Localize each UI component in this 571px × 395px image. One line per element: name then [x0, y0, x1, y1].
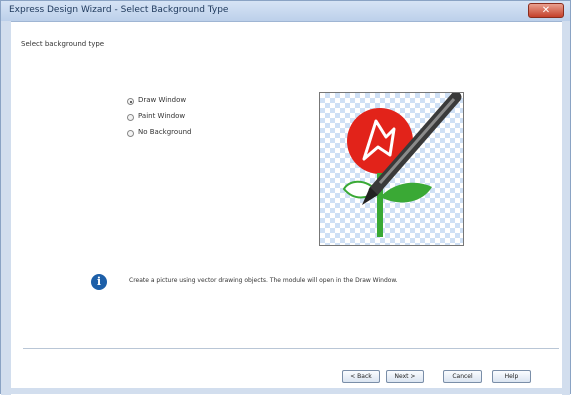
option-label[interactable]: Paint Window — [138, 112, 185, 120]
wizard-content: Select background type Draw Window Paint… — [11, 22, 562, 388]
back-button[interactable]: < Back — [342, 370, 380, 383]
help-button[interactable]: Help — [492, 370, 531, 383]
radio-no-background[interactable] — [127, 130, 134, 137]
background-preview-image — [319, 92, 464, 246]
radio-paint-window[interactable] — [127, 114, 134, 121]
page-heading: Select background type — [21, 40, 105, 48]
radio-draw-window[interactable] — [127, 98, 134, 105]
left-frame — [1, 21, 11, 395]
option-label[interactable]: Draw Window — [138, 96, 186, 104]
next-button[interactable]: Next > — [386, 370, 424, 383]
close-button[interactable]: ✕ — [528, 3, 564, 18]
option-label[interactable]: No Background — [138, 128, 192, 136]
close-icon: ✕ — [541, 5, 551, 16]
cancel-button[interactable]: Cancel — [443, 370, 482, 383]
right-frame — [562, 21, 570, 395]
rose-leaf-right — [380, 182, 432, 203]
rose-pen-illustration — [342, 93, 462, 237]
title-bar[interactable]: Express Design Wizard - Select Backgroun… — [1, 1, 570, 22]
window-title: Express Design Wizard - Select Backgroun… — [9, 5, 229, 15]
button-separator — [23, 348, 559, 350]
wizard-window: Express Design Wizard - Select Backgroun… — [0, 0, 571, 395]
info-icon: i — [91, 274, 107, 290]
bottom-frame — [1, 388, 570, 394]
info-description: Create a picture using vector drawing ob… — [129, 277, 398, 284]
